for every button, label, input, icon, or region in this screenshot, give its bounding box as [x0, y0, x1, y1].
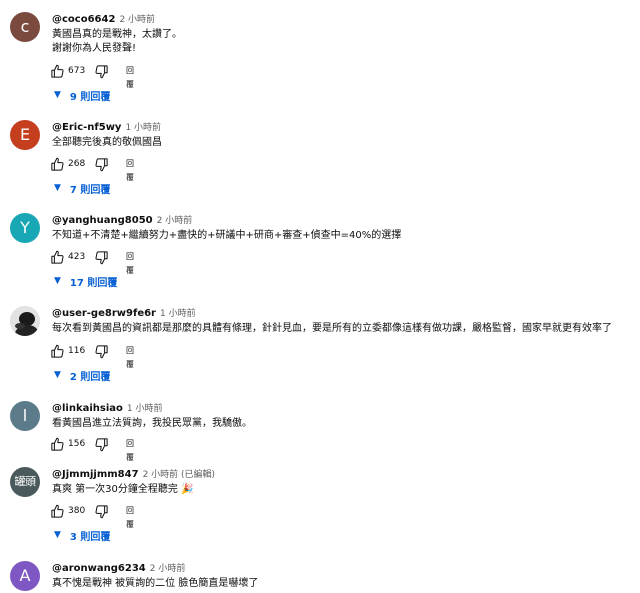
reply-button[interactable]: 回覆: [126, 157, 134, 185]
comment-time[interactable]: 1 小時前: [125, 123, 161, 133]
replies-count: 2 則回覆: [69, 371, 111, 383]
thumb-up-icon: [51, 157, 64, 171]
thumb-down-icon: [95, 64, 108, 78]
dislike-button[interactable]: [94, 435, 109, 453]
avatar[interactable]: l: [10, 401, 40, 431]
comment-text: 全部聽完後真的敬佩國昌: [52, 136, 162, 150]
avatar[interactable]: E: [10, 120, 40, 150]
comment-line: 黃國昌真的是戰神，太讚了。: [52, 29, 182, 40]
comment-header: @yanghuang8050 2 小時前: [52, 211, 193, 226]
comment-header: @Eric-nf5wy 1 小時前: [52, 118, 161, 133]
like-count: 423: [68, 252, 86, 262]
comment-text: 每次看到黃國昌的資訊都是那麼的具體有條理，針針見血，要是所有的立委都像這樣有做功…: [52, 322, 612, 336]
dislike-button[interactable]: [94, 248, 109, 266]
thumb-down-icon: [95, 157, 108, 171]
replies-count: 7 則回覆: [69, 184, 111, 196]
author-handle[interactable]: @Jjmmjjmm847: [52, 469, 139, 480]
replies-count: 17 則回覆: [69, 277, 118, 289]
thumb-up-icon: [51, 504, 64, 518]
comment-line: 全部聽完後真的敬佩國昌: [52, 137, 162, 148]
dislike-button[interactable]: [94, 502, 109, 520]
thumb-up-icon: [51, 344, 64, 358]
thumb-down-icon: [95, 344, 108, 358]
reply-button[interactable]: 回覆: [126, 437, 134, 465]
like-button[interactable]: [50, 435, 65, 453]
caret-down-icon: ▼: [54, 276, 61, 286]
like-count: 116: [68, 346, 86, 356]
author-handle[interactable]: @coco6642: [52, 14, 115, 25]
avatar[interactable]: A: [10, 561, 40, 591]
comment-line: 不知道+不清楚+繼續努力+盡快的+研議中+研商+審查+偵查中=40%的選擇: [52, 230, 402, 241]
view-replies-button[interactable]: ▼ 17 則回覆: [54, 273, 117, 289]
avatar[interactable]: [10, 306, 40, 336]
thumb-up-icon: [51, 64, 64, 78]
comment-time[interactable]: 1 小時前: [127, 404, 163, 414]
like-button[interactable]: [50, 342, 65, 360]
comment-header: @linkaihsiao 1 小時前: [52, 399, 163, 414]
comment-header: @Jjmmjjmm847 2 小時前 (已編輯): [52, 465, 215, 480]
like-button[interactable]: [50, 155, 65, 173]
comment-text: 黃國昌真的是戰神，太讚了。 謝謝你為人民發聲!: [52, 28, 182, 56]
avatar[interactable]: c: [10, 12, 40, 42]
comment-line: 真不愧是戰神 被質詢的二位 臉色簡直是嚇壞了: [52, 578, 259, 589]
like-count: 380: [68, 506, 86, 516]
author-handle[interactable]: @user-ge8rw9fe6r: [52, 308, 156, 319]
like-count: 268: [68, 159, 86, 169]
avatar-photo-icon: [10, 306, 40, 336]
reply-button[interactable]: 回覆: [126, 504, 134, 532]
author-handle[interactable]: @linkaihsiao: [52, 403, 123, 414]
view-replies-button[interactable]: ▼ 9 則回覆: [54, 87, 110, 103]
dislike-button[interactable]: [94, 155, 109, 173]
author-handle[interactable]: @aronwang6234: [52, 563, 146, 574]
thumb-up-icon: [51, 250, 64, 264]
reply-button[interactable]: 回覆: [126, 344, 134, 372]
comment-header: @aronwang6234 2 小時前: [52, 559, 186, 574]
dislike-button[interactable]: [94, 342, 109, 360]
caret-down-icon: ▼: [54, 90, 61, 100]
comment-text: 真不愧是戰神 被質詢的二位 臉色簡直是嚇壞了: [52, 577, 258, 591]
comment-time[interactable]: 2 小時前: [119, 15, 155, 25]
comment-time[interactable]: 2 小時前 (已編輯): [143, 470, 215, 480]
comment-line: 謝謝你為人民發聲!: [52, 43, 137, 54]
caret-down-icon: ▼: [54, 183, 61, 193]
comment-text: 真爽 第一次30分鐘全程聽完 🎉: [52, 483, 194, 497]
reply-button[interactable]: 回覆: [126, 64, 134, 92]
view-replies-button[interactable]: ▼ 3 則回覆: [54, 527, 110, 543]
like-button[interactable]: [50, 62, 65, 80]
comment-time[interactable]: 2 小時前: [157, 216, 193, 226]
author-handle[interactable]: @Eric-nf5wy: [52, 122, 121, 133]
thumb-down-icon: [95, 504, 108, 518]
replies-count: 3 則回覆: [69, 531, 111, 543]
comment-time[interactable]: 2 小時前: [150, 564, 186, 574]
view-replies-button[interactable]: ▼ 2 則回覆: [54, 367, 110, 383]
comment-line: 每次看到黃國昌的資訊都是那麼的具體有條理，針針見血，要是所有的立委都像這樣有做功…: [52, 323, 612, 334]
dislike-button[interactable]: [94, 62, 109, 80]
comment-header: @coco6642 2 小時前: [52, 10, 155, 25]
comment-text: 看黃國昌進立法質詢，我投民眾黨，我驕傲。: [52, 417, 252, 431]
comment-text: 不知道+不清楚+繼續努力+盡快的+研議中+研商+審查+偵查中=40%的選擇: [52, 229, 401, 243]
comment-header: @user-ge8rw9fe6r 1 小時前: [52, 304, 196, 319]
comment-line: 看黃國昌進立法質詢，我投民眾黨，我驕傲。: [52, 418, 252, 429]
like-button[interactable]: [50, 502, 65, 520]
reply-button[interactable]: 回覆: [126, 250, 134, 278]
author-handle[interactable]: @yanghuang8050: [52, 215, 153, 226]
avatar[interactable]: Y: [10, 213, 40, 243]
replies-count: 9 則回覆: [69, 91, 111, 103]
like-button[interactable]: [50, 248, 65, 266]
comment-line: 真爽 第一次30分鐘全程聽完 🎉: [52, 484, 194, 495]
comment-time[interactable]: 1 小時前: [160, 309, 196, 319]
like-count: 156: [68, 439, 86, 449]
view-replies-button[interactable]: ▼ 7 則回覆: [54, 180, 110, 196]
thumb-down-icon: [95, 437, 108, 451]
caret-down-icon: ▼: [54, 530, 61, 540]
caret-down-icon: ▼: [54, 370, 61, 380]
avatar[interactable]: 罐頭: [10, 467, 40, 497]
thumb-down-icon: [95, 250, 108, 264]
like-count: 673: [68, 66, 86, 76]
thumb-up-icon: [51, 437, 64, 451]
